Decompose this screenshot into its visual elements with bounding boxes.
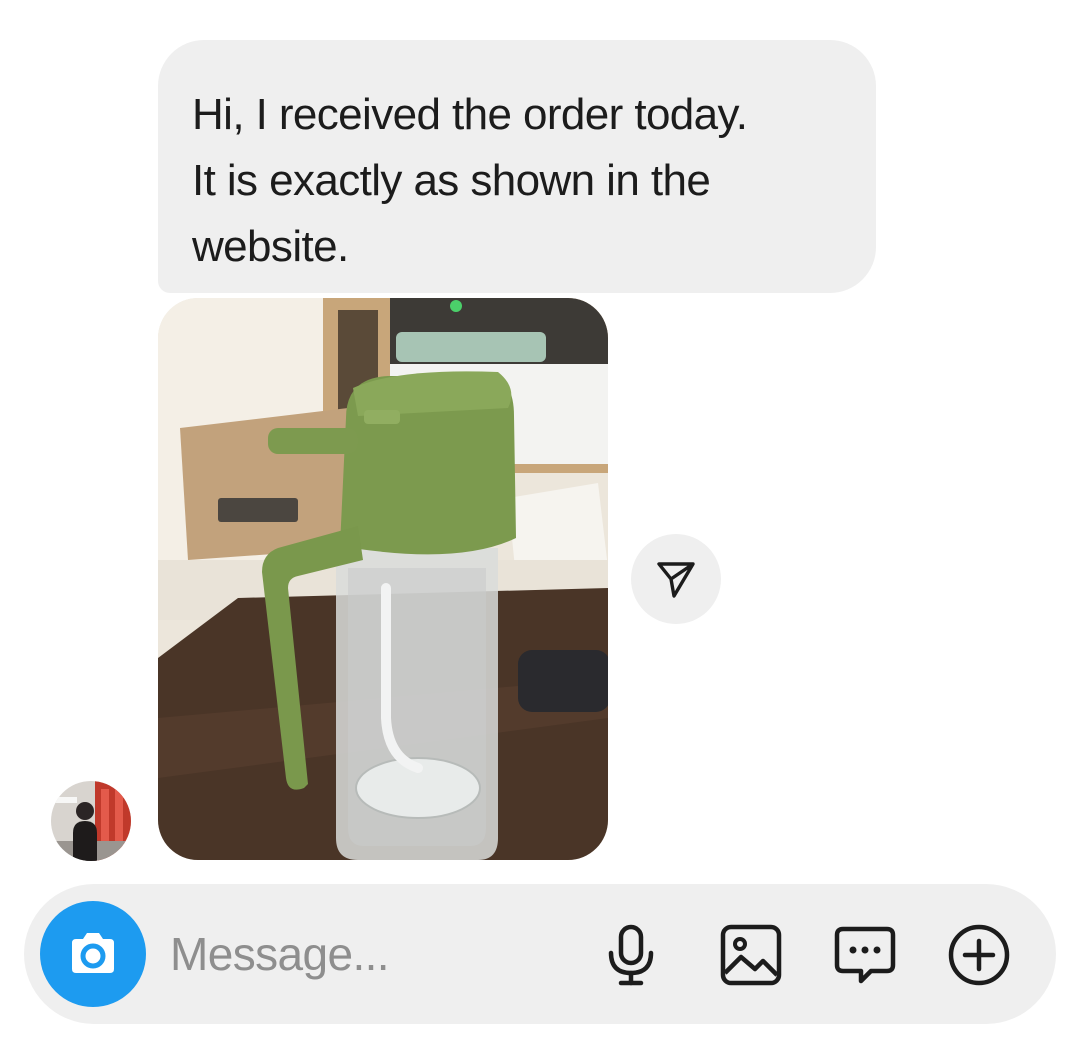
message-text: Hi, I received the order today. It is ex… [192,90,748,271]
camera-button[interactable] [40,901,146,1007]
message-input[interactable] [170,914,590,994]
share-button[interactable] [631,534,721,624]
photo-message[interactable] [158,298,608,860]
microphone-button[interactable] [596,920,666,990]
profile-photo [51,781,131,861]
microphone-icon [608,924,654,986]
message-composer [24,884,1056,1024]
incoming-message-bubble[interactable]: Hi, I received the order today. It is ex… [158,40,876,293]
sender-avatar[interactable] [51,781,131,861]
gallery-icon [720,924,782,986]
camera-icon [72,933,114,973]
paper-plane-icon [657,562,695,598]
sticker-button[interactable] [830,920,900,990]
plus-circle-icon [948,924,1010,986]
add-button[interactable] [944,920,1014,990]
sticker-chat-icon [834,926,896,984]
photo-image [158,298,608,860]
gallery-button[interactable] [716,920,786,990]
chat-screen: Hi, I received the order today. It is ex… [0,0,1080,1048]
